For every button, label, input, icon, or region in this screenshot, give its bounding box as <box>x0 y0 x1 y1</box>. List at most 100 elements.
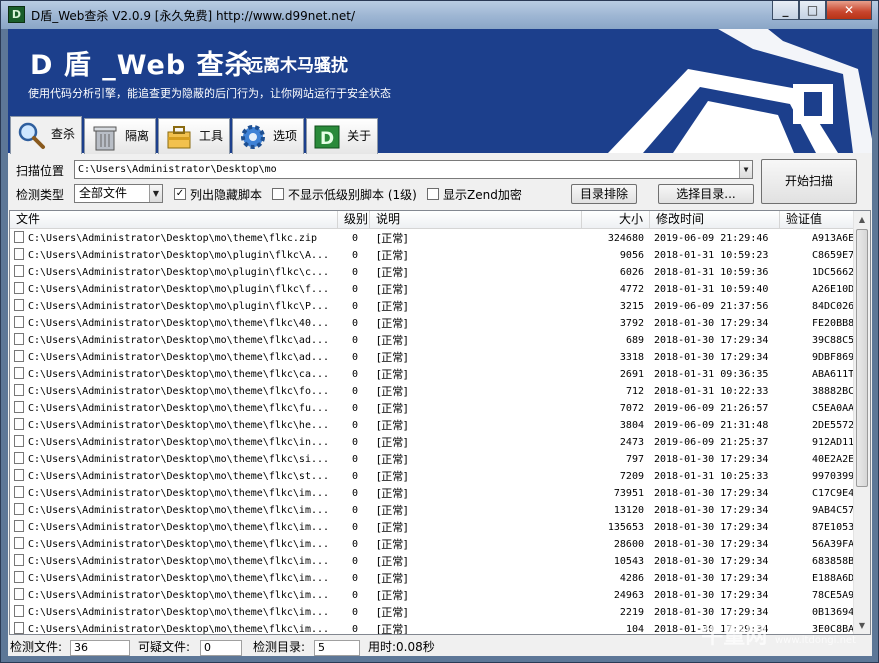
table-row[interactable]: C:\Users\Administrator\Desktop\mo\theme\… <box>10 366 855 383</box>
column-modified[interactable]: 修改时间 <box>650 211 780 229</box>
row-time-cell: 2018-01-30 17:29:34 <box>650 587 780 604</box>
table-row[interactable]: C:\Users\Administrator\Desktop\mo\theme\… <box>10 553 855 570</box>
vertical-scrollbar[interactable]: ▲ ▼ <box>853 211 870 634</box>
minimize-button[interactable]: _ <box>772 1 799 20</box>
checkmark-icon: ✓ <box>174 188 186 200</box>
tab-tools[interactable]: 工具 <box>158 118 231 154</box>
row-desc-cell: [正常] <box>370 621 582 635</box>
maximize-button[interactable]: □ <box>799 1 826 20</box>
exclude-dir-button[interactable]: 目录排除 <box>571 184 637 204</box>
close-button[interactable]: ✕ <box>826 1 872 20</box>
table-row[interactable]: C:\Users\Administrator\Desktop\mo\theme\… <box>10 434 855 451</box>
column-desc[interactable]: 说明 <box>370 211 582 229</box>
row-time-cell: 2018-01-31 10:59:40 <box>650 281 780 298</box>
column-level[interactable]: 级别 <box>338 211 370 229</box>
table-row[interactable]: C:\Users\Administrator\Desktop\mo\theme\… <box>10 349 855 366</box>
table-row[interactable]: C:\Users\Administrator\Desktop\mo\plugin… <box>10 264 855 281</box>
path-dropdown-arrow-icon[interactable]: ▼ <box>739 161 752 178</box>
row-file-cell-text: C:\Users\Administrator\Desktop\mo\theme\… <box>28 505 330 516</box>
row-hash-cell: C8659E70 <box>780 247 855 264</box>
row-hash-cell-text: 87E10531 <box>812 522 855 533</box>
table-row[interactable]: C:\Users\Administrator\Desktop\mo\theme\… <box>10 536 855 553</box>
scrollbar-thumb[interactable] <box>856 229 868 487</box>
row-desc-cell-text: [正常] <box>377 589 408 602</box>
column-hash[interactable]: 验证值 <box>780 211 855 229</box>
table-row[interactable]: C:\Users\Administrator\Desktop\mo\theme\… <box>10 570 855 587</box>
row-level-cell-text: 0 <box>351 590 358 601</box>
hide-low-level-label: 不显示低级别脚本 (1级) <box>288 187 417 202</box>
row-size-cell: 10543 <box>582 553 650 570</box>
row-time-cell-text: 2018-01-31 10:59:36 <box>654 267 769 278</box>
scroll-up-icon[interactable]: ▲ <box>854 211 870 228</box>
row-hash-cell-text: FE20BB8A <box>812 318 855 329</box>
row-level-cell: 0 <box>338 570 370 587</box>
row-level-cell-text: 0 <box>351 539 358 550</box>
row-time-cell-text: 2019-06-09 21:31:48 <box>654 420 769 431</box>
table-row[interactable]: C:\Users\Administrator\Desktop\mo\theme\… <box>10 451 855 468</box>
scan-location-label: 扫描位置 <box>16 164 65 178</box>
row-time-cell: 2018-01-30 17:29:34 <box>650 485 780 502</box>
table-row[interactable]: C:\Users\Administrator\Desktop\mo\theme\… <box>10 230 855 247</box>
column-size[interactable]: 大小 <box>582 211 650 229</box>
row-file-cell-text: C:\Users\Administrator\Desktop\mo\theme\… <box>28 607 330 618</box>
table-row[interactable]: C:\Users\Administrator\Desktop\mo\theme\… <box>10 417 855 434</box>
table-row[interactable]: C:\Users\Administrator\Desktop\mo\theme\… <box>10 502 855 519</box>
row-file-cell: C:\Users\Administrator\Desktop\mo\theme\… <box>10 315 338 332</box>
tab-scan[interactable]: 查杀 <box>10 116 83 154</box>
tab-options[interactable]: 选项 <box>232 118 305 154</box>
table-row[interactable]: C:\Users\Administrator\Desktop\mo\theme\… <box>10 332 855 349</box>
table-row[interactable]: C:\Users\Administrator\Desktop\mo\theme\… <box>10 485 855 502</box>
row-desc-cell-text: [正常] <box>377 623 408 635</box>
hide-low-level-checkbox[interactable]: 不显示低级别脚本 (1级) <box>272 187 417 202</box>
row-file-cell-text: C:\Users\Administrator\Desktop\mo\theme\… <box>28 624 330 635</box>
results-list[interactable]: 文件 级别 说明 大小 修改时间 验证值 C:\Users\Administra… <box>9 210 871 635</box>
row-desc-cell: [正常] <box>370 502 582 519</box>
row-size-cell-text: 6026 <box>619 267 644 278</box>
scroll-down-icon[interactable]: ▼ <box>854 617 870 634</box>
table-row[interactable]: C:\Users\Administrator\Desktop\mo\plugin… <box>10 247 855 264</box>
title-bar[interactable]: D D盾_Web查杀 V2.0.9 [永久免费] http://www.d99n… <box>1 1 878 29</box>
row-desc-cell-text: [正常] <box>377 385 408 398</box>
table-row[interactable]: C:\Users\Administrator\Desktop\mo\plugin… <box>10 281 855 298</box>
table-row[interactable]: C:\Users\Administrator\Desktop\mo\theme\… <box>10 587 855 604</box>
row-desc-cell-text: [正常] <box>377 334 408 347</box>
scan-type-select[interactable]: 全部文件 ▼ <box>74 184 163 203</box>
file-icon <box>14 537 24 549</box>
row-desc-cell: [正常] <box>370 587 582 604</box>
table-row[interactable]: C:\Users\Administrator\Desktop\mo\plugin… <box>10 298 855 315</box>
row-level-cell: 0 <box>338 553 370 570</box>
type-dropdown-arrow-icon[interactable]: ▼ <box>149 185 162 202</box>
row-level-cell: 0 <box>338 349 370 366</box>
tab-about[interactable]: D 关于 <box>306 118 379 154</box>
scan-path-combobox[interactable]: C:\Users\Administrator\Desktop\mo ▼ <box>74 160 753 179</box>
column-file[interactable]: 文件 <box>10 211 338 229</box>
table-row[interactable]: C:\Users\Administrator\Desktop\mo\theme\… <box>10 400 855 417</box>
table-row[interactable]: C:\Users\Administrator\Desktop\mo\theme\… <box>10 383 855 400</box>
row-desc-cell: [正常] <box>370 247 582 264</box>
start-scan-button[interactable]: 开始扫描 <box>761 159 857 204</box>
row-hash-cell-text: 39C88C5D <box>812 335 855 346</box>
brand-slogan: 远离木马骚扰 <box>246 56 348 76</box>
row-hash-cell-text: 99703995 <box>812 471 855 482</box>
list-hidden-checkbox[interactable]: ✓ 列出隐藏脚本 <box>174 187 262 202</box>
tab-quarantine[interactable]: 隔离 <box>84 118 157 154</box>
row-time-cell: 2019-06-09 21:29:46 <box>650 230 780 247</box>
row-desc-cell-text: [正常] <box>377 555 408 568</box>
select-dir-button[interactable]: 选择目录... <box>658 184 754 204</box>
row-time-cell-text: 2018-01-31 09:36:35 <box>654 369 769 380</box>
table-row[interactable]: C:\Users\Administrator\Desktop\mo\theme\… <box>10 315 855 332</box>
show-zend-checkbox[interactable]: 显示Zend加密 <box>427 187 522 202</box>
row-size-cell-text: 3318 <box>619 352 644 363</box>
row-desc-cell-text: [正常] <box>377 521 408 534</box>
row-hash-cell-text: 683858BB <box>812 556 855 567</box>
table-row[interactable]: C:\Users\Administrator\Desktop\mo\theme\… <box>10 468 855 485</box>
row-hash-cell-text: 912AD11A <box>812 437 855 448</box>
row-file-cell-text: C:\Users\Administrator\Desktop\mo\theme\… <box>28 556 330 567</box>
row-file-cell-text: C:\Users\Administrator\Desktop\mo\theme\… <box>28 573 330 584</box>
table-row[interactable]: C:\Users\Administrator\Desktop\mo\theme\… <box>10 519 855 536</box>
row-hash-cell: 9DBF869E <box>780 349 855 366</box>
file-icon <box>14 350 24 362</box>
file-icon <box>14 316 24 328</box>
row-size-cell-text: 7072 <box>619 403 644 414</box>
row-file-cell: C:\Users\Administrator\Desktop\mo\theme\… <box>10 621 338 635</box>
